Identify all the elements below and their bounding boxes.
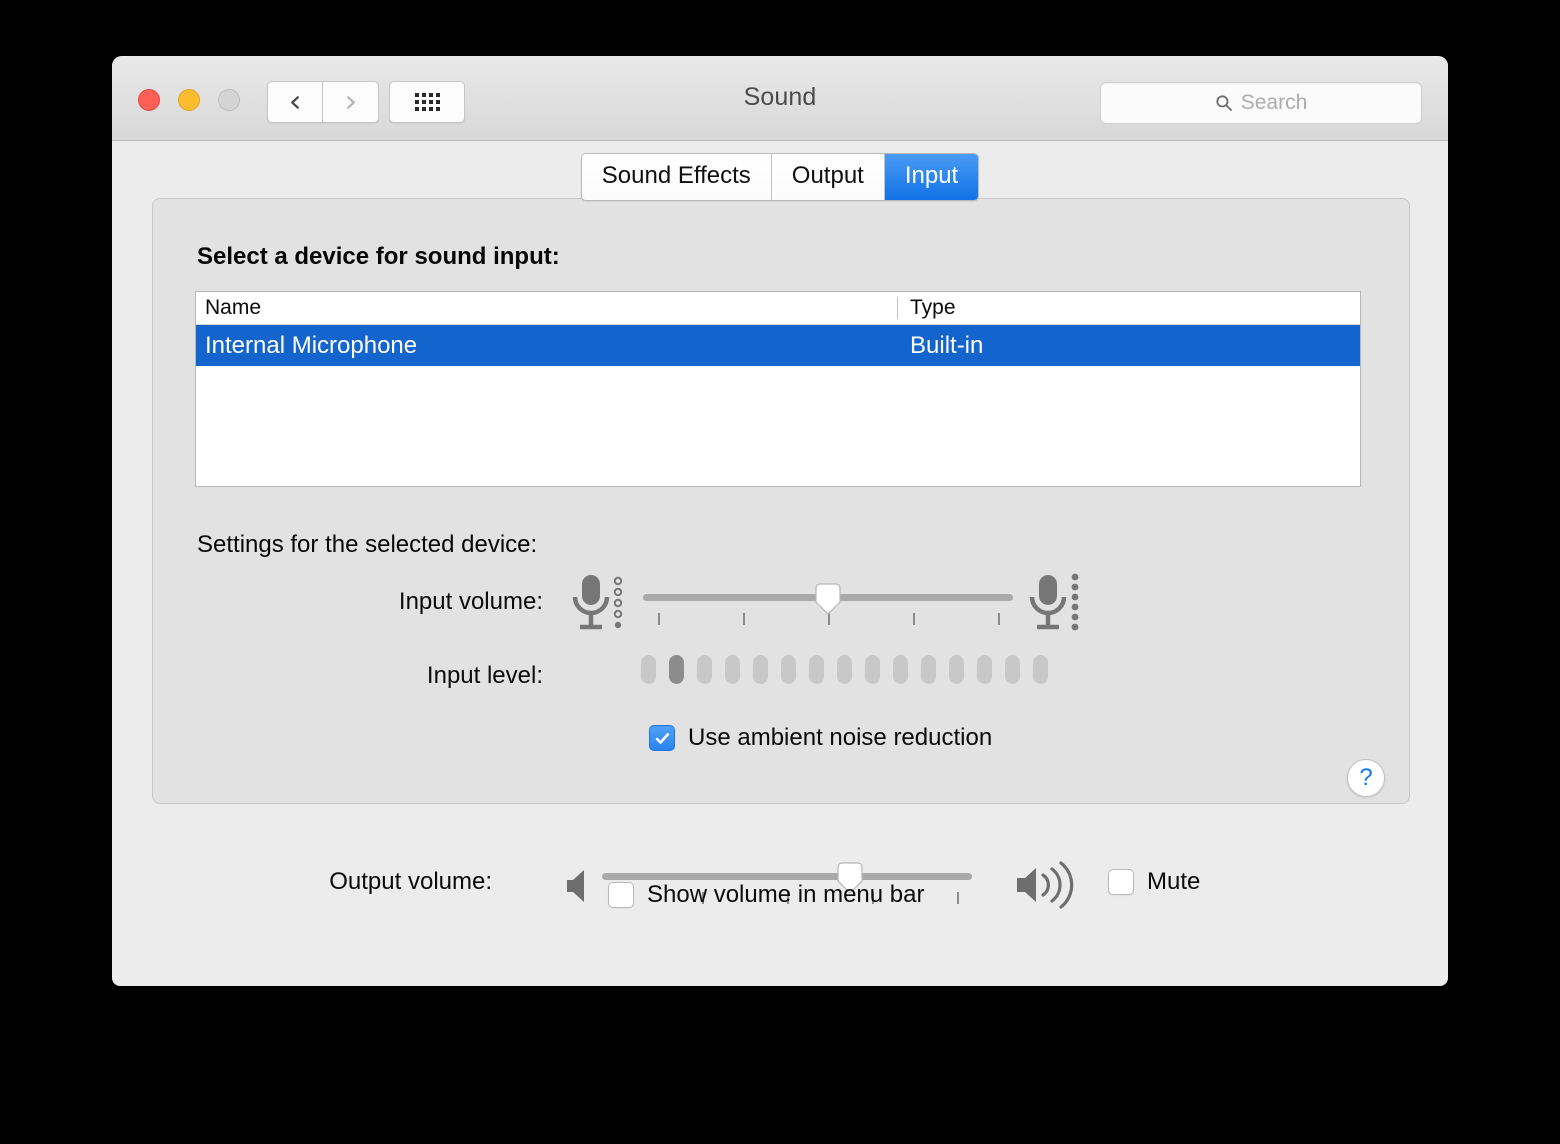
mute-label: Mute bbox=[1147, 868, 1201, 895]
sound-preferences-window: Sound Search Sound Effects Output Input … bbox=[112, 56, 1448, 986]
show-volume-in-menu-bar-row[interactable]: Show volume in menu bar bbox=[608, 881, 924, 909]
select-device-heading: Select a device for sound input: bbox=[197, 243, 560, 270]
table-header-row: Name Type bbox=[196, 292, 1360, 325]
tab-bar: Sound Effects Output Input bbox=[112, 153, 1448, 201]
ambient-noise-reduction-row[interactable]: Use ambient noise reduction bbox=[649, 724, 992, 752]
microphone-high-icon bbox=[1025, 571, 1087, 635]
search-field[interactable]: Search bbox=[1100, 82, 1422, 124]
microphone-low-icon bbox=[568, 571, 630, 635]
search-icon bbox=[1216, 95, 1232, 111]
device-name-cell: Internal Microphone bbox=[205, 331, 418, 359]
tab-output[interactable]: Output bbox=[771, 154, 885, 200]
table-row[interactable]: Internal Microphone Built-in bbox=[196, 325, 1360, 366]
output-volume-row: Output volume: Mute bbox=[112, 826, 1448, 909]
input-level-meter bbox=[641, 655, 1048, 684]
settings-heading: Settings for the selected device: bbox=[197, 531, 538, 558]
ambient-noise-reduction-checkbox[interactable] bbox=[649, 725, 675, 751]
input-volume-slider[interactable] bbox=[643, 577, 1013, 629]
output-volume-slider-track[interactable] bbox=[602, 873, 972, 880]
window-titlebar: Sound Search bbox=[112, 56, 1448, 141]
show-volume-in-menu-bar-label: Show volume in menu bar bbox=[647, 881, 925, 908]
device-type-cell: Built-in bbox=[910, 331, 984, 359]
mute-checkbox[interactable] bbox=[1108, 869, 1134, 895]
ambient-noise-reduction-label: Use ambient noise reduction bbox=[688, 724, 993, 751]
mute-row[interactable]: Mute bbox=[1108, 868, 1200, 896]
tab-segmented-control: Sound Effects Output Input bbox=[580, 153, 980, 201]
input-volume-slider-thumb[interactable] bbox=[813, 583, 843, 615]
column-header-name[interactable]: Name bbox=[196, 297, 898, 319]
tab-sound-effects[interactable]: Sound Effects bbox=[581, 154, 772, 200]
input-level-label: Input level: bbox=[426, 662, 543, 689]
speaker-high-icon bbox=[1012, 860, 1088, 917]
show-volume-in-menu-bar-checkbox[interactable] bbox=[608, 882, 634, 908]
input-volume-label: Input volume: bbox=[398, 588, 543, 615]
checkmark-icon bbox=[655, 732, 669, 744]
search-input-placeholder[interactable]: Search bbox=[1241, 91, 1308, 115]
help-button[interactable]: ? bbox=[1347, 759, 1385, 797]
column-header-type[interactable]: Type bbox=[898, 297, 1360, 319]
input-settings-panel: Select a device for sound input: Name Ty… bbox=[152, 198, 1410, 804]
tab-input[interactable]: Input bbox=[884, 154, 979, 200]
sound-input-device-table[interactable]: Name Type Internal Microphone Built-in bbox=[195, 291, 1361, 487]
